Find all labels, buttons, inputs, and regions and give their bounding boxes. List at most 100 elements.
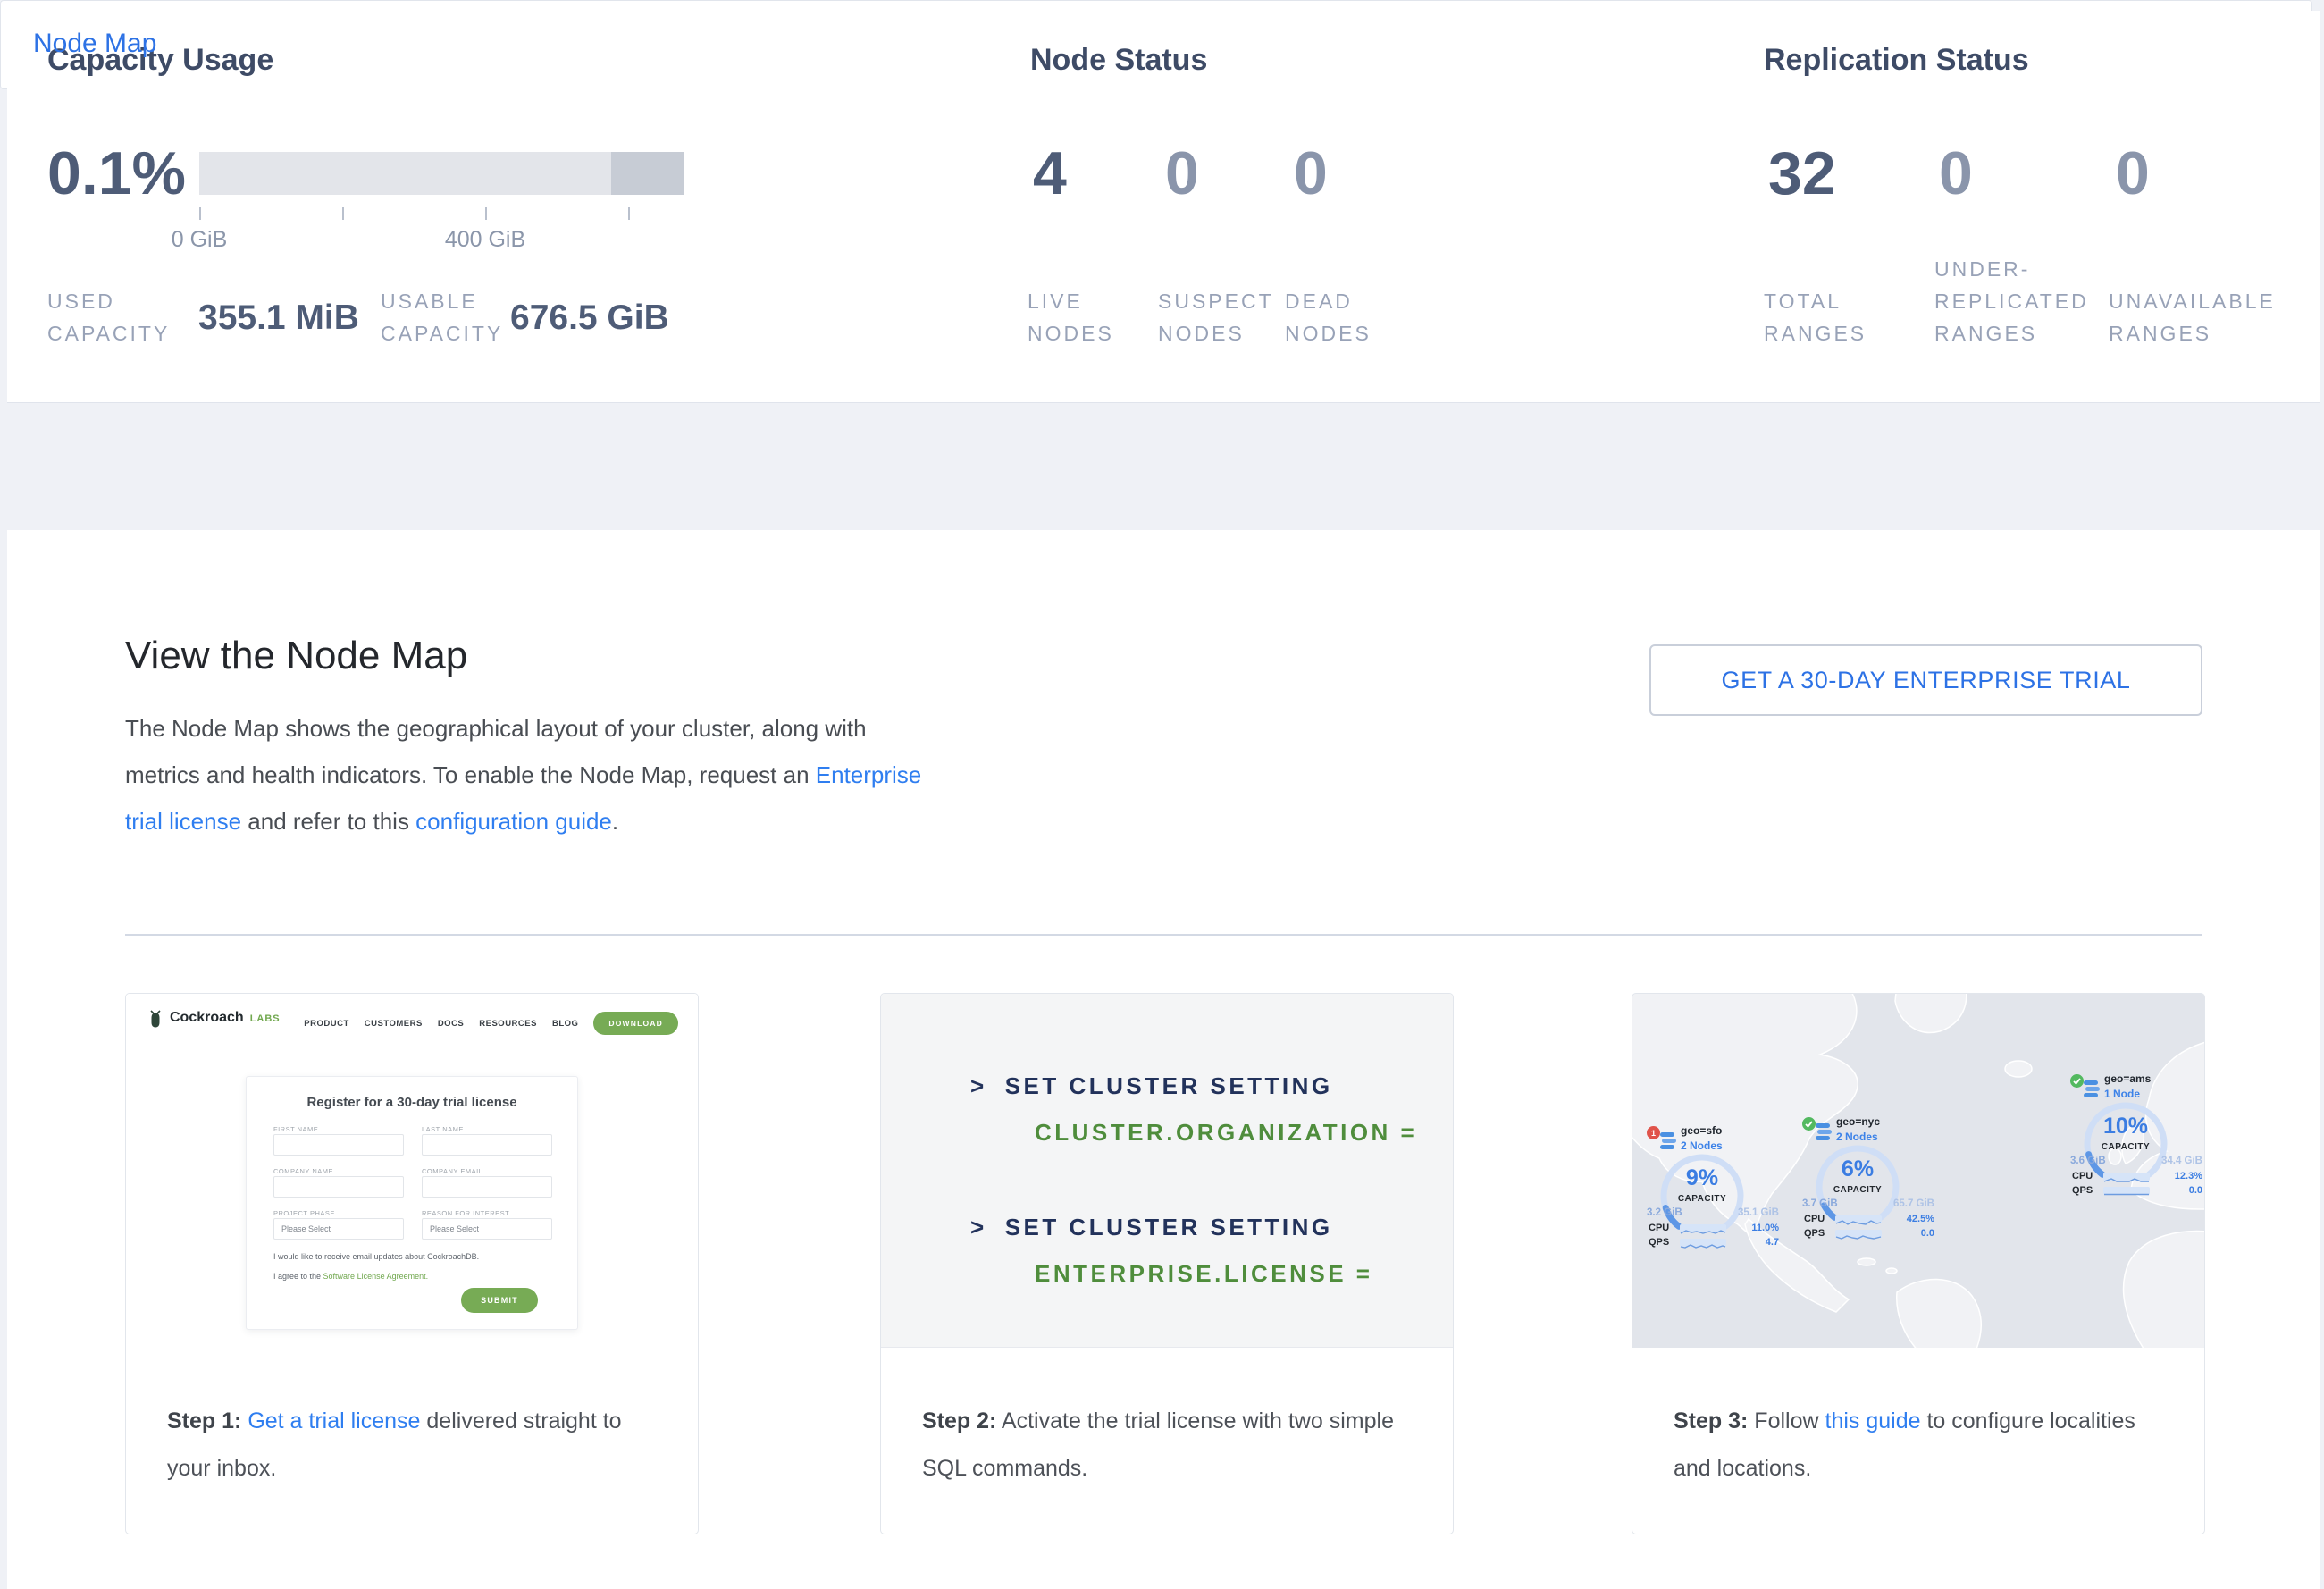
capacity-total: 65.7 GiB [1893, 1198, 1934, 1209]
capacity-total: 35.1 GiB [1738, 1207, 1779, 1218]
capacity-bar-usable-segment [199, 152, 611, 195]
total-ranges-label-line1: TOTAL [1764, 286, 1842, 316]
description-line3-mid: and refer to this [241, 808, 415, 835]
cpu-value: 12.3% [2175, 1171, 2202, 1181]
capacity-percent: 0.1% [47, 143, 186, 204]
node-map-description: The Node Map shows the geographical layo… [125, 705, 1019, 845]
replication-status-title: Replication Status [1764, 43, 2029, 78]
get-trial-license-link[interactable]: Get a trial license [248, 1408, 420, 1433]
step2-card: >SET CLUSTER SETTING CLUSTER.ORGANIZATIO… [880, 993, 1454, 1534]
enterprise-trial-license-link[interactable]: Enterprise [816, 761, 922, 788]
this-guide-link[interactable]: this guide [1825, 1408, 1921, 1433]
mini-nav-item-product[interactable]: PRODUCT [304, 1019, 348, 1029]
unavailable-ranges-label-line2: RANGES [2109, 318, 2211, 349]
capacity-label: CAPACITY [1647, 1194, 1758, 1204]
cockroach-labs-logo: Cockroach LABS [147, 1010, 281, 1030]
capacity-used: 3.7 GiB [1802, 1198, 1838, 1209]
live-nodes-count: 4 [1033, 143, 1067, 204]
step2-label: Step 2: [922, 1408, 996, 1433]
mini-nav-item-docs[interactable]: DOCS [438, 1019, 464, 1029]
locality-geo-ams[interactable]: geo=ams 1 Node 10% CAPACITY 3.6 GiB 34.4… [2070, 1072, 2204, 1198]
sql-keyword-2: SET CLUSTER SETTING [1005, 1214, 1333, 1240]
live-nodes-label-line2: NODES [1028, 318, 1114, 349]
suspect-nodes-label-line1: SUSPECT [1158, 286, 1274, 316]
database-nodes-icon [2083, 1080, 2101, 1099]
reason-for-interest-select[interactable]: Please Select [422, 1218, 552, 1240]
locality-name: geo=nyc [1836, 1115, 1880, 1128]
unavailable-ranges-label-line1: UNAVAILABLE [2109, 286, 2276, 316]
enterprise-trial-license-link[interactable]: trial license [125, 808, 241, 835]
healthy-check-icon [2070, 1074, 2084, 1088]
cpu-label: CPU [1804, 1214, 1829, 1224]
get-enterprise-trial-button[interactable]: GET A 30-DAY ENTERPRISE TRIAL [1649, 644, 2202, 716]
description-line1: The Node Map shows the geographical layo… [125, 715, 867, 742]
suspect-nodes-label-line2: NODES [1158, 318, 1245, 349]
locality-geo-nyc[interactable]: geo=nyc 2 Nodes 6% CAPACITY 3.7 GiB 65.7… [1802, 1115, 1936, 1240]
axis-tick [628, 207, 630, 220]
cpu-row: CPU 11.0% [1649, 1223, 1779, 1233]
capacity-bar-other-segment [611, 152, 684, 195]
qps-row: QPS 0.0 [2072, 1185, 2202, 1196]
database-nodes-icon [1815, 1122, 1833, 1142]
qps-sparkline [1835, 1230, 1882, 1238]
section-divider [125, 934, 2202, 936]
step1-caption: Step 1: Get a trial license delivered st… [167, 1398, 660, 1492]
capacity-percent: 6% [1802, 1156, 1913, 1182]
last-name-label: LAST NAME [422, 1125, 464, 1133]
under-replicated-label-line1: REPLICATED [1934, 286, 2089, 316]
view-selector-label[interactable]: Node Map [33, 29, 156, 59]
mini-nav-item-resources[interactable]: RESOURCES [479, 1019, 537, 1029]
qps-sparkline [2103, 1187, 2150, 1195]
capacity-label: CAPACITY [2070, 1142, 2181, 1152]
company-email-field[interactable] [422, 1176, 552, 1198]
trial-license-form: Register for a 30-day trial license FIRS… [246, 1076, 578, 1330]
locality-name: geo=ams [2104, 1072, 2151, 1085]
capacity-total: 34.4 GiB [2161, 1156, 2202, 1166]
email-updates-text: I would like to receive email updates ab… [273, 1252, 479, 1261]
description-line3-end: . [612, 808, 618, 835]
database-nodes-icon [1659, 1131, 1677, 1151]
download-button[interactable]: DOWNLOAD [593, 1012, 678, 1035]
locality-geo-sfo[interactable]: 1 geo=sfo 2 Nodes 9% CAPACITY [1647, 1124, 1781, 1249]
cluster-summary-bar: Capacity Usage 0.1% 0 GiB 400 GiB USED C… [7, 11, 2320, 403]
company-name-label: COMPANY NAME [273, 1167, 333, 1175]
step3-label: Step 3: [1674, 1408, 1748, 1433]
unavailable-ranges-count: 0 [2116, 143, 2150, 204]
total-ranges-count: 32 [1768, 143, 1836, 204]
sql-setting-license: ENTERPRISE.LICENSE = [1035, 1260, 1372, 1288]
last-name-field[interactable] [422, 1134, 552, 1156]
mini-nav-item-customers[interactable]: CUSTOMERS [365, 1019, 423, 1029]
used-capacity-label-line2: CAPACITY [47, 318, 170, 349]
sql-commands-panel: >SET CLUSTER SETTING CLUSTER.ORGANIZATIO… [881, 994, 1453, 1348]
capacity-bar [199, 152, 684, 195]
mini-nav-item-blog[interactable]: BLOG [552, 1019, 578, 1029]
node-map-promo-section: View the Node Map The Node Map shows the… [7, 530, 2320, 1589]
used-capacity-value: 355.1 MiB [198, 298, 359, 338]
qps-sparkline [1680, 1239, 1726, 1247]
license-agreement-text: I agree to the Software License Agreemen… [273, 1272, 428, 1281]
license-agreement-checkbox-row[interactable]: I agree to the Software License Agreemen… [273, 1272, 559, 1281]
qps-value: 0.0 [2189, 1185, 2202, 1196]
submit-button[interactable]: SUBMIT [461, 1288, 538, 1313]
first-name-field[interactable] [273, 1134, 404, 1156]
company-name-field[interactable] [273, 1176, 404, 1198]
locality-node-count: 2 Nodes [1836, 1131, 1878, 1143]
configuration-guide-link[interactable]: configuration guide [415, 808, 612, 835]
project-phase-select[interactable]: Please Select [273, 1218, 404, 1240]
healthy-check-icon [1802, 1117, 1816, 1131]
qps-row: QPS 0.0 [1804, 1228, 1934, 1239]
sql-keyword-1: SET CLUSTER SETTING [1005, 1072, 1333, 1099]
usable-capacity-value: 676.5 GiB [510, 298, 669, 338]
email-updates-checkbox-row[interactable]: I would like to receive email updates ab… [273, 1252, 559, 1261]
registration-site-screenshot: Cockroach LABS PRODUCT CUSTOMERS DOCS RE… [126, 994, 698, 1378]
qps-value: 0.0 [1921, 1228, 1934, 1239]
software-license-agreement-link[interactable]: Software License Agreement. [323, 1272, 429, 1281]
qps-row: QPS 4.7 [1649, 1237, 1779, 1248]
capacity-used: 3.6 GiB [2070, 1156, 2106, 1166]
usable-capacity-label-line2: CAPACITY [381, 318, 503, 349]
agree-text: I agree to the [273, 1272, 323, 1281]
total-ranges-label-line2: RANGES [1764, 318, 1867, 349]
cpu-value: 42.5% [1907, 1214, 1934, 1224]
sql-setting-organization: CLUSTER.ORGANIZATION = [1035, 1119, 1417, 1147]
brand-name: Cockroach [170, 1010, 244, 1026]
